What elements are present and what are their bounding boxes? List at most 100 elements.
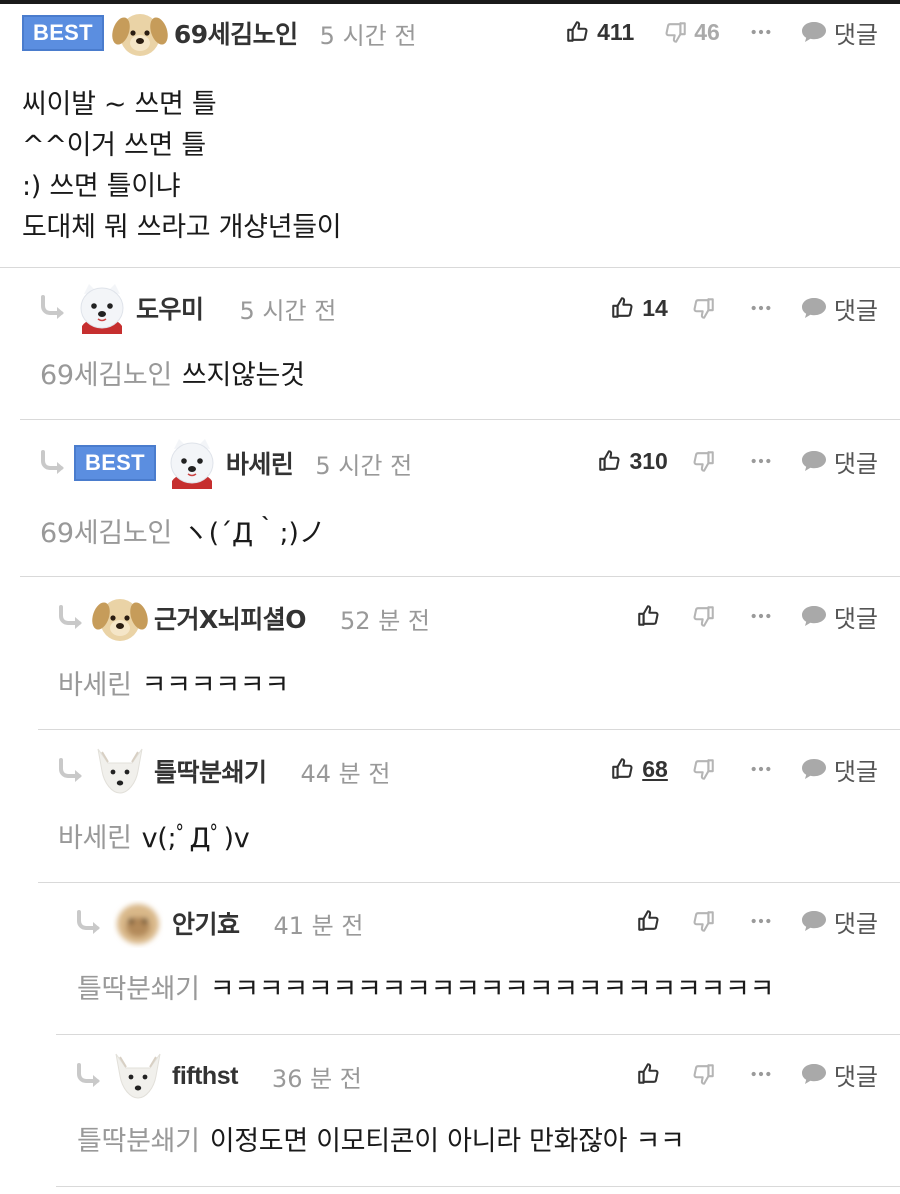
mention-nickname[interactable]: 바세린 — [58, 670, 132, 701]
puppy-avatar[interactable] — [92, 592, 148, 644]
more-dots-icon — [750, 1063, 772, 1085]
thumbs-down-icon — [690, 756, 716, 782]
like-count: 310 — [629, 447, 668, 474]
comment-time: 41 분 전 — [273, 911, 364, 940]
dislike-button[interactable] — [690, 603, 716, 629]
reply-button[interactable]: 댓글 — [800, 904, 878, 939]
more-button[interactable] — [746, 450, 776, 472]
mention-nickname[interactable]: 바세린 — [58, 823, 132, 854]
more-dots-icon — [750, 297, 772, 319]
dislike-count: 46 — [694, 18, 720, 45]
reply-label: 댓글 — [833, 1062, 878, 1091]
more-dots-icon — [750, 910, 772, 932]
arctic-fox-avatar[interactable] — [92, 745, 148, 797]
dislike-button[interactable] — [690, 448, 716, 474]
thumbs-up-icon — [636, 908, 662, 934]
reply-button[interactable]: 댓글 — [800, 15, 878, 50]
thumbs-up-icon — [636, 1061, 662, 1087]
comment-nickname[interactable]: 안기효 — [172, 905, 240, 941]
samoyed-avatar[interactable] — [74, 282, 130, 334]
speech-bubble-icon — [800, 296, 828, 320]
comment-text: 이정도면 이모티콘이 아니라 만화잖아 ㅋㅋ — [209, 1126, 685, 1157]
thumbs-up-icon — [565, 19, 591, 45]
divider — [56, 1034, 900, 1035]
dislike-button[interactable] — [690, 295, 716, 321]
reply-button[interactable]: 댓글 — [800, 752, 878, 787]
comment-nickname[interactable]: 도우미 — [136, 290, 204, 326]
thumbs-up-icon — [610, 756, 636, 782]
mention-nickname[interactable]: 틀딱분쇄기 — [77, 1126, 200, 1157]
comment-nickname[interactable]: 바세린 — [226, 445, 294, 481]
comment-time: 36 분 전 — [271, 1064, 362, 1093]
divider — [38, 882, 900, 883]
thumbs-up-icon — [636, 603, 662, 629]
comment-body: 틀딱분쇄기 이정도면 이모티콘이 아니라 만화잖아 ㅋㅋ — [77, 1121, 685, 1162]
more-dots-icon — [750, 450, 772, 472]
mention-nickname[interactable]: 틀딱분쇄기 — [77, 974, 200, 1005]
samoyed-avatar[interactable] — [164, 437, 220, 489]
dislike-button[interactable] — [690, 908, 716, 934]
comment-body: 바세린 v(;ﾟДﾟ)v — [58, 818, 250, 859]
dislike-button[interactable] — [690, 1061, 716, 1087]
divider — [20, 576, 900, 577]
speech-bubble-icon — [800, 604, 828, 628]
reply-button[interactable]: 댓글 — [800, 291, 878, 326]
reply-arrow-icon — [56, 756, 86, 786]
reply-arrow-icon — [38, 293, 68, 323]
dislike-button[interactable]: 46 — [662, 19, 720, 46]
reply-button[interactable]: 댓글 — [800, 599, 878, 634]
like-button[interactable] — [636, 908, 662, 934]
comment-nickname[interactable]: fifthst — [172, 1062, 238, 1091]
dislike-button[interactable] — [690, 756, 716, 782]
like-button[interactable] — [636, 603, 662, 629]
like-button[interactable]: 411 — [565, 19, 634, 46]
arctic-fox-avatar[interactable] — [110, 1050, 166, 1102]
comment-nickname[interactable]: 69세김노인 — [174, 15, 298, 51]
mention-nickname[interactable]: 69세김노인 — [40, 360, 172, 391]
like-button[interactable] — [636, 1061, 662, 1087]
reply-label: 댓글 — [833, 757, 878, 786]
thumbs-down-icon — [690, 1061, 716, 1087]
comment-nickname[interactable]: 근거X뇌피셜O — [154, 600, 307, 636]
comment-nickname[interactable]: 틀딱분쇄기 — [154, 753, 267, 789]
more-dots-icon — [750, 758, 772, 780]
more-button[interactable] — [746, 758, 776, 780]
reply-arrow-icon — [38, 448, 68, 478]
blurred-puppy-avatar[interactable] — [110, 897, 166, 949]
more-button[interactable] — [746, 1063, 776, 1085]
comment-body: 틀딱분쇄기 ㅋㅋㅋㅋㅋㅋㅋㅋㅋㅋㅋㅋㅋㅋㅋㅋㅋㅋㅋㅋㅋㅋㅋ — [77, 969, 774, 1010]
more-button[interactable] — [746, 21, 776, 43]
like-button[interactable]: 310 — [597, 447, 668, 475]
more-button[interactable] — [746, 297, 776, 319]
reply-label: 댓글 — [833, 909, 878, 938]
comment-time: 44 분 전 — [300, 759, 391, 788]
reply-button[interactable]: 댓글 — [800, 444, 878, 479]
reply-label: 댓글 — [833, 449, 878, 478]
more-dots-icon — [750, 605, 772, 627]
more-button[interactable] — [746, 910, 776, 932]
like-count: 411 — [597, 18, 635, 45]
reply-label: 댓글 — [833, 20, 878, 49]
comment-time: 52 분 전 — [340, 606, 430, 635]
more-button[interactable] — [746, 605, 776, 627]
reply-arrow-icon — [74, 1061, 104, 1091]
comment-text: ㅋㅋㅋㅋㅋㅋ — [141, 670, 290, 701]
thumbs-up-icon — [610, 295, 636, 321]
puppy-avatar[interactable] — [112, 7, 168, 59]
thumbs-up-icon — [597, 448, 623, 474]
comment-time: 5 시간 전 — [319, 21, 417, 50]
speech-bubble-icon — [800, 20, 828, 44]
comment-text: 쓰지않는것 — [181, 360, 305, 391]
reply-arrow-icon — [74, 908, 104, 938]
comment-line: 도대체 뭐 쓰라고 개샹년들이 — [22, 212, 342, 243]
mention-nickname[interactable]: 69세김노인 — [40, 518, 172, 549]
thumbs-down-icon — [690, 908, 716, 934]
reply-label: 댓글 — [833, 604, 878, 633]
speech-bubble-icon — [800, 909, 828, 933]
like-count: 68 — [642, 755, 668, 782]
speech-bubble-icon — [800, 757, 828, 781]
best-badge: BEST — [74, 445, 156, 481]
reply-button[interactable]: 댓글 — [800, 1057, 878, 1092]
like-button[interactable]: 68 — [610, 756, 668, 783]
like-button[interactable]: 14 — [610, 295, 668, 322]
